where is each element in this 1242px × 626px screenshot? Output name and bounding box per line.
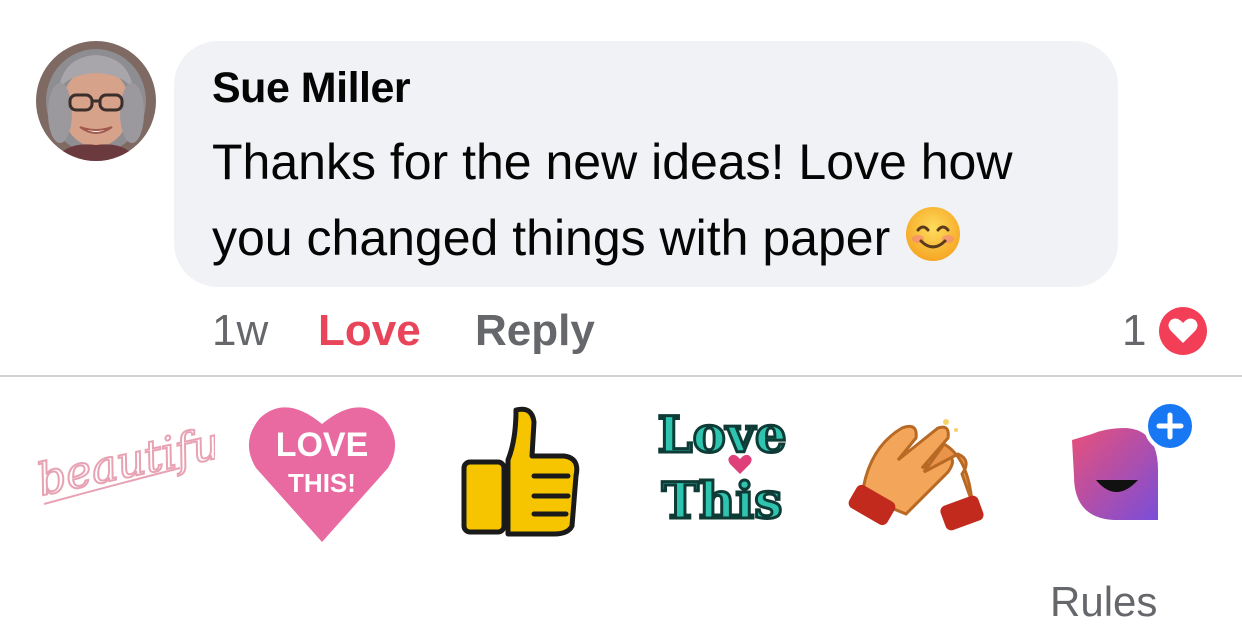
sticker-text: beautiful	[33, 415, 215, 506]
sticker-text: This	[662, 471, 783, 526]
reply-button[interactable]: Reply	[475, 306, 595, 356]
reaction-count[interactable]: 1	[1122, 306, 1146, 356]
avatar[interactable]	[36, 41, 156, 161]
comment-timestamp[interactable]: 1w	[212, 306, 268, 356]
sticker-text: THIS!	[288, 468, 356, 498]
love-button[interactable]: Love	[318, 306, 421, 356]
comment-author[interactable]: Sue Miller	[212, 64, 411, 113]
sticker-love-this-heart[interactable]: LOVE THIS!	[246, 396, 398, 544]
divider	[0, 375, 1242, 377]
sticker-more-button[interactable]	[1066, 400, 1196, 524]
heart-reaction-icon[interactable]	[1158, 306, 1208, 356]
sticker-love-this-text[interactable]: Love This	[648, 400, 796, 532]
smiling-face-emoji-icon	[904, 205, 962, 263]
sticker-text: LOVE	[276, 426, 369, 464]
rules-link[interactable]: Rules	[1050, 578, 1157, 626]
sticker-beautiful[interactable]: beautiful	[30, 412, 239, 512]
sticker-thumbs-up[interactable]	[458, 400, 582, 538]
comment-text-line: Thanks for the new ideas! Love how	[212, 134, 1013, 190]
comment-text-line: you changed things with paper	[212, 210, 891, 266]
sticker-text: Love	[657, 405, 786, 464]
sticker-clapping-hands[interactable]	[842, 408, 992, 540]
comment-text: Thanks for the new ideas! Love how you c…	[212, 124, 1102, 276]
